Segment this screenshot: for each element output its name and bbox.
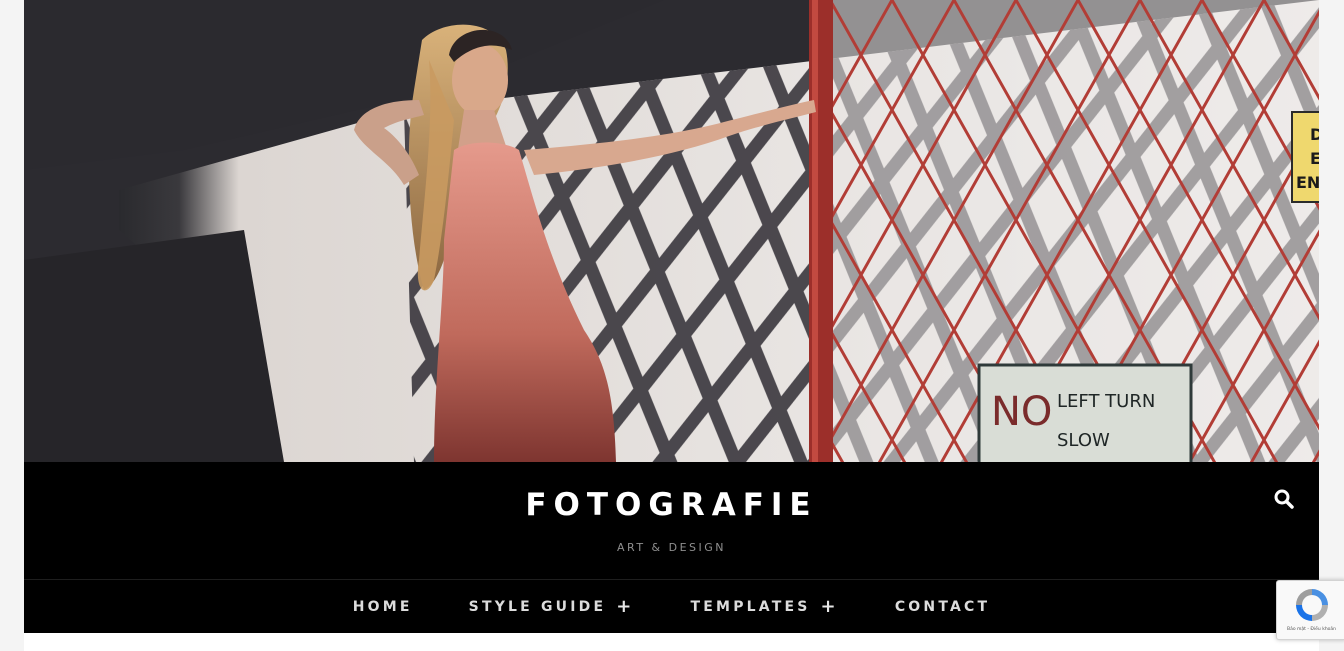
nav-item-label: TEMPLATES bbox=[690, 598, 811, 615]
nav-item-home[interactable]: HOME bbox=[353, 599, 413, 615]
sign-text-left-turn: LEFT TURN bbox=[1057, 391, 1155, 412]
edge-sign-line1: D bbox=[1310, 125, 1319, 144]
main-navigation: HOME STYLE GUIDE + TEMPLATES + CONTACT bbox=[24, 579, 1319, 633]
nav-item-templates[interactable]: TEMPLATES + bbox=[690, 597, 839, 615]
site-header: FOTOGRAFIE ART & DESIGN bbox=[24, 462, 1319, 579]
sign-text-no: NO bbox=[991, 389, 1052, 435]
nav-item-style-guide[interactable]: STYLE GUIDE + bbox=[468, 597, 635, 615]
search-button[interactable] bbox=[1273, 488, 1295, 510]
nav-item-label: STYLE GUIDE bbox=[468, 598, 607, 615]
recaptcha-logo-icon bbox=[1296, 589, 1328, 621]
recaptcha-badge[interactable]: Bảo mật - Điều khoản bbox=[1276, 580, 1344, 640]
nav-item-label: CONTACT bbox=[894, 598, 991, 615]
search-icon bbox=[1274, 489, 1294, 509]
edge-sign-line2: E bbox=[1310, 149, 1319, 168]
nav-item-contact[interactable]: CONTACT bbox=[895, 599, 990, 615]
edge-sign-line3: EN bbox=[1296, 173, 1319, 192]
hero-image: NO LEFT TURN SLOW D E EN bbox=[24, 0, 1319, 462]
site-tagline: ART & DESIGN bbox=[616, 541, 727, 554]
site-title[interactable]: FOTOGRAFIE bbox=[24, 487, 1319, 523]
page: NO LEFT TURN SLOW D E EN FOTOGRAFIE ART … bbox=[24, 0, 1319, 651]
nav-item-label: HOME bbox=[352, 598, 413, 615]
plus-icon[interactable]: + bbox=[821, 597, 839, 615]
plus-icon[interactable]: + bbox=[616, 597, 634, 615]
sign-text-slow: SLOW bbox=[1057, 430, 1110, 451]
recaptcha-links[interactable]: Bảo mật - Điều khoản bbox=[1287, 627, 1336, 632]
